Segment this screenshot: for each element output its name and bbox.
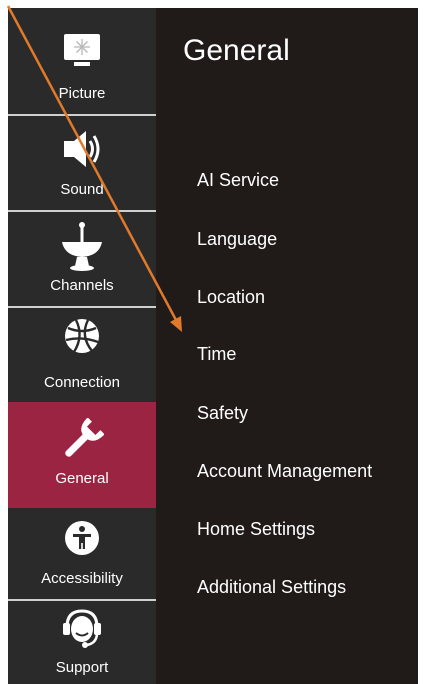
sidebar-item-support[interactable]: Support — [8, 601, 156, 684]
menu-item-ai-service[interactable]: AI Service — [197, 170, 279, 191]
menu-item-account-management[interactable]: Account Management — [197, 461, 372, 482]
sidebar-item-sound[interactable]: Sound — [8, 116, 156, 210]
sidebar-item-label: Support — [55, 659, 109, 676]
sidebar-item-connection[interactable]: Connection — [8, 308, 156, 402]
menu-item-time[interactable]: Time — [197, 344, 236, 365]
menu-item-home-settings[interactable]: Home Settings — [197, 519, 315, 540]
picture-icon — [62, 31, 102, 75]
sidebar-item-channels[interactable]: Channels — [8, 212, 156, 306]
sidebar-item-label: General — [55, 470, 109, 487]
sidebar-item-accessibility[interactable]: Accessibility — [8, 508, 156, 599]
sidebar-item-label: Connection — [44, 374, 120, 391]
menu-item-additional-settings[interactable]: Additional Settings — [197, 577, 346, 598]
menu-item-location[interactable]: Location — [197, 287, 265, 308]
menu-item-safety[interactable]: Safety — [197, 403, 248, 424]
page-title: General — [183, 34, 290, 67]
sidebar-item-general[interactable]: General — [8, 402, 156, 508]
wrench-icon — [60, 417, 105, 466]
sidebar-item-label: Channels — [50, 277, 114, 294]
sidebar-item-picture[interactable]: Picture — [8, 8, 156, 114]
sidebar-item-label: Accessibility — [41, 570, 123, 587]
headset-support-icon — [60, 605, 104, 659]
globe-network-icon — [62, 316, 102, 360]
speaker-icon — [60, 128, 104, 174]
satellite-dish-icon — [59, 220, 105, 276]
sidebar-item-label: Sound — [60, 181, 104, 198]
accessibility-icon — [62, 518, 102, 562]
sidebar-item-label: Picture — [58, 85, 106, 102]
menu-item-language[interactable]: Language — [197, 229, 277, 250]
